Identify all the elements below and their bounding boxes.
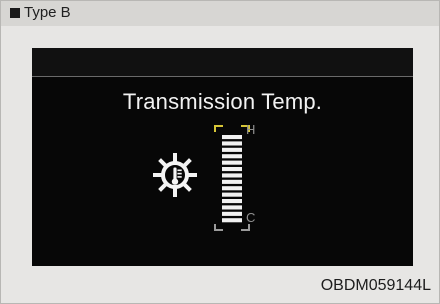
header-bar: Type B [1,1,439,26]
gauge-segment [222,141,242,146]
gauge-segment [222,186,242,191]
gauge-low-label: C [246,210,256,225]
instrument-display: Transmission Temp. H C [32,48,413,266]
display-top-band [32,48,413,76]
type-label: Type B [10,5,71,21]
figure-frame: Type B Transmission Temp. H C OBDM059144… [0,0,440,304]
gauge-segment [222,135,242,140]
gauge-segment [222,160,242,165]
type-label-text: Type B [24,4,71,21]
gauge-segment [222,179,242,184]
transmission-temp-gear-icon [153,153,197,197]
square-icon [10,8,20,18]
gauge-segment [222,205,242,210]
gauge-segment [222,218,242,223]
gauge-segment [222,192,242,197]
gauge-segment [222,211,242,216]
display-divider [32,76,413,77]
gauge-segment [222,167,242,172]
figure-code: OBDM059144L [320,277,431,294]
gauge-high-label: H [246,122,256,137]
gauge-segment [222,154,242,159]
gauge-segment [222,147,242,152]
gauge-segment [222,173,242,178]
gauge-segment [222,199,242,204]
display-title: Transmission Temp. [122,89,323,114]
